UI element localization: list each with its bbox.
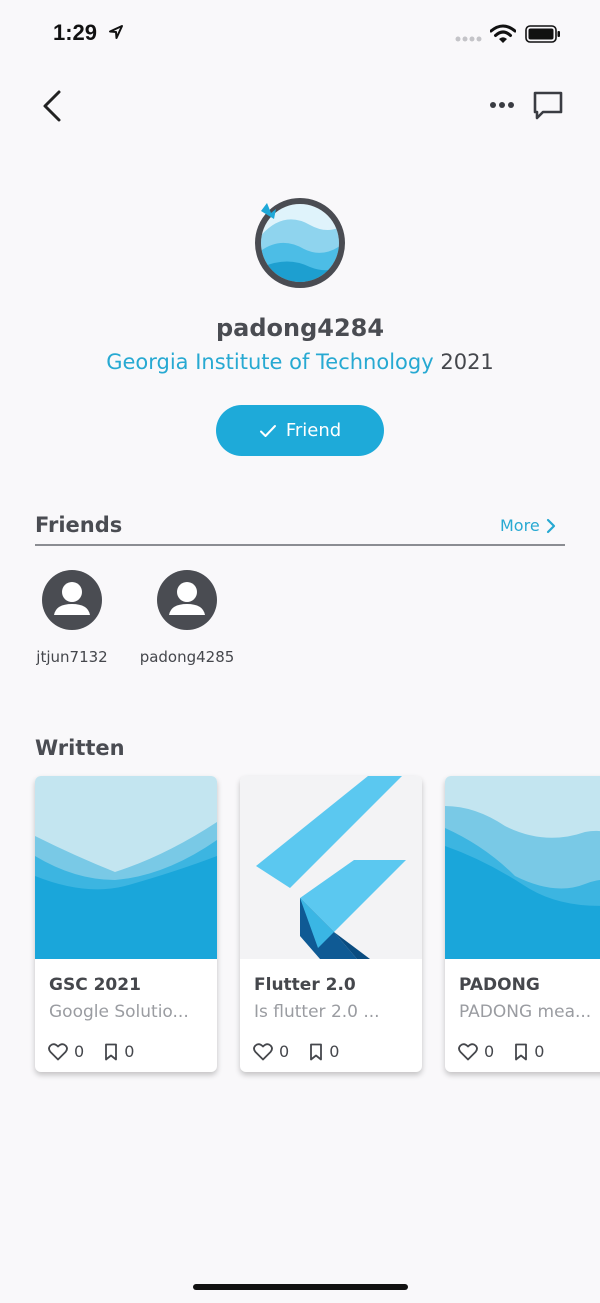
bookmark-icon <box>310 1043 323 1060</box>
cellular-signal-icon <box>455 36 482 42</box>
post-stats: 0 0 <box>253 1042 359 1061</box>
friends-divider <box>35 544 565 546</box>
post-title: PADONG <box>459 975 540 995</box>
wifi-icon <box>490 24 516 43</box>
heart-icon <box>253 1042 273 1060</box>
friend-button[interactable]: Friend <box>216 405 384 456</box>
like-count: 0 <box>279 1042 290 1061</box>
post-stats: 0 0 <box>458 1042 564 1061</box>
bookmark-count: 0 <box>534 1042 545 1061</box>
friend-name: jtjun7132 <box>36 648 108 666</box>
post-title: Flutter 2.0 <box>254 975 356 995</box>
bookmark-stat[interactable]: 0 <box>309 1042 339 1061</box>
more-options-icon[interactable] <box>489 100 515 110</box>
back-arrow-icon[interactable] <box>38 88 68 124</box>
post-stats: 0 0 <box>48 1042 154 1061</box>
post-card[interactable]: PADONG PADONG mea... 0 0 <box>445 776 600 1072</box>
home-indicator[interactable] <box>193 1284 408 1290</box>
profile-avatar <box>255 198 345 288</box>
heart-icon <box>48 1042 68 1060</box>
more-link-label: More <box>500 516 540 535</box>
profile-username: padong4284 <box>215 314 385 342</box>
battery-icon <box>525 25 560 43</box>
profile-school-link[interactable]: Georgia Institute of Technology <box>106 350 433 374</box>
like-stat[interactable]: 0 <box>253 1042 289 1061</box>
heart-icon <box>458 1042 478 1060</box>
bookmark-count: 0 <box>124 1042 135 1061</box>
friends-section-title: Friends <box>35 513 123 537</box>
post-description: Is flutter 2.0 ... <box>254 1002 380 1022</box>
bookmark-icon <box>105 1043 118 1060</box>
post-card[interactable]: GSC 2021 Google Solutio... 0 0 <box>35 776 217 1072</box>
chat-icon[interactable] <box>532 90 564 122</box>
person-avatar-icon <box>157 570 217 630</box>
flutter-logo-icon <box>240 776 422 959</box>
friend-button-label: Friend <box>285 420 342 441</box>
post-description: PADONG mea... <box>459 1002 592 1022</box>
profile-class-year: 2021 <box>440 350 494 374</box>
post-title: GSC 2021 <box>49 975 141 995</box>
like-count: 0 <box>74 1042 85 1061</box>
like-stat[interactable]: 0 <box>48 1042 84 1061</box>
bookmark-stat[interactable]: 0 <box>514 1042 544 1061</box>
location-arrow-icon <box>109 25 123 39</box>
written-section-title: Written <box>35 736 125 760</box>
post-card[interactable]: Flutter 2.0 Is flutter 2.0 ... 0 0 <box>240 776 422 1072</box>
status-bar: 1:29 <box>0 0 600 70</box>
post-thumbnail-waves <box>445 776 600 959</box>
like-stat[interactable]: 0 <box>458 1042 494 1061</box>
bookmark-stat[interactable]: 0 <box>104 1042 134 1061</box>
bookmark-count: 0 <box>329 1042 340 1061</box>
friend-item[interactable]: padong4285 <box>132 570 242 666</box>
post-description: Google Solutio... <box>49 1002 189 1022</box>
profile-school-line: Georgia Institute of Technology 2021 <box>0 350 600 374</box>
checkmark-icon <box>259 424 276 437</box>
person-avatar-icon <box>42 570 102 630</box>
friends-more-link[interactable]: More <box>500 516 556 535</box>
status-time: 1:29 <box>53 20 98 45</box>
bookmark-icon <box>515 1043 528 1060</box>
chevron-right-icon <box>546 518 555 533</box>
like-count: 0 <box>484 1042 495 1061</box>
post-thumbnail-waves <box>35 776 217 959</box>
friend-name: padong4285 <box>139 648 235 666</box>
friend-item[interactable]: jtjun7132 <box>17 570 127 666</box>
